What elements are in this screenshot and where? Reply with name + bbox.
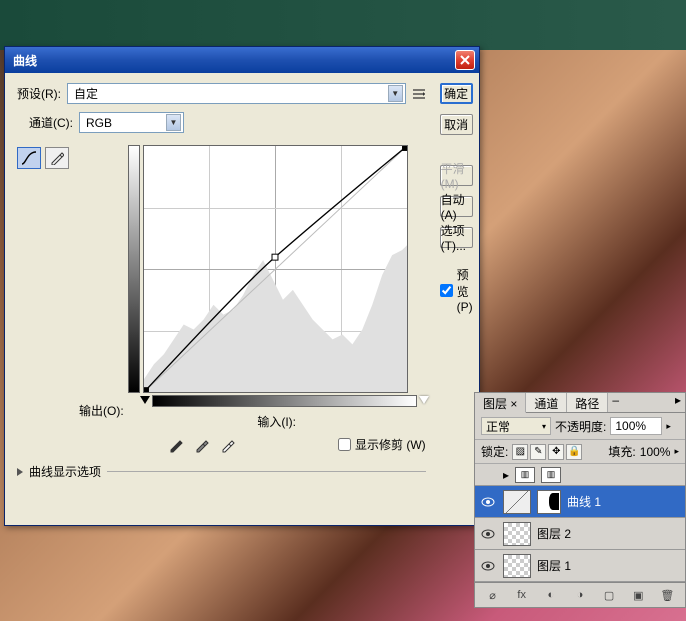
layer-name: 曲线 1 <box>567 493 601 510</box>
curve-line <box>144 146 407 392</box>
link-layers-icon[interactable]: ⌀ <box>485 587 501 603</box>
lock-transparent-icon[interactable]: ▨ <box>512 444 528 460</box>
new-layer-icon[interactable]: ▣ <box>630 587 646 603</box>
fill-input[interactable]: 100% <box>640 445 671 459</box>
visibility-toggle[interactable] <box>479 466 497 484</box>
adjustment-layer-icon[interactable]: ◑ <box>572 587 588 603</box>
lock-label: 锁定: <box>481 443 508 460</box>
layer-mask-thumbnail[interactable] <box>537 490 561 514</box>
options-button[interactable]: 选项(T)... <box>440 227 473 248</box>
auto-button[interactable]: 自动(A) <box>440 196 473 217</box>
expand-icon[interactable] <box>17 468 23 476</box>
layer-row[interactable]: 图层 2 <box>475 518 685 550</box>
preset-label: 预设(R): <box>17 85 61 102</box>
blend-mode-dropdown[interactable]: 正常▾ <box>481 417 551 435</box>
tab-paths[interactable]: 路径 <box>567 393 608 412</box>
fill-label: 填充: <box>608 443 635 460</box>
lock-pixels-icon[interactable]: ✎ <box>530 444 546 460</box>
preset-menu-icon[interactable] <box>412 87 426 101</box>
layers-list: ▸ ▥ ▥ 曲线 1 图层 2 图层 1 <box>475 464 685 582</box>
black-eyedropper-button[interactable] <box>168 437 184 453</box>
layer-thumbnail <box>503 554 531 578</box>
channel-dropdown[interactable]: RGB ▼ <box>79 112 184 133</box>
curve-icon <box>21 151 37 165</box>
lock-position-icon[interactable]: ✥ <box>548 444 564 460</box>
dialog-title: 曲线 <box>9 52 455 69</box>
layer-thumbnail: ▥ <box>541 467 561 483</box>
ok-button[interactable]: 确定 <box>440 83 473 104</box>
group-icon[interactable]: ▢ <box>601 587 617 603</box>
visibility-toggle[interactable] <box>479 493 497 511</box>
panel-minimize-icon[interactable]: – <box>608 393 623 412</box>
output-label: 输出(O): <box>79 402 124 419</box>
delete-layer-icon[interactable]: 🗑 <box>659 587 675 603</box>
curves-dialog: 曲线 预设(R): 自定 ▼ 通道(C): RGB ▼ <box>4 46 480 526</box>
input-label: 输入(I): <box>257 413 296 430</box>
add-mask-icon[interactable]: ◐ <box>543 587 559 603</box>
white-point-slider[interactable] <box>419 396 429 404</box>
smooth-button: 平滑(M) <box>440 165 473 186</box>
black-point-slider[interactable] <box>140 396 150 404</box>
curve-graph[interactable] <box>143 145 408 393</box>
curve-tool-button[interactable] <box>17 147 41 169</box>
input-gradient <box>152 395 417 407</box>
show-clipping-checkbox[interactable]: 显示修剪 (W) <box>338 436 426 453</box>
pencil-tool-button[interactable] <box>45 147 69 169</box>
tab-channels[interactable]: 通道 <box>526 393 567 412</box>
layer-thumbnail <box>503 522 531 546</box>
chevron-down-icon: ▼ <box>166 114 181 131</box>
lock-all-icon[interactable]: 🔒 <box>566 444 582 460</box>
layers-panel: 图层 × 通道 路径 – ▸ 正常▾ 不透明度: 100% ▸ 锁定: ▨ ✎ … <box>474 392 686 608</box>
opacity-label: 不透明度: <box>555 418 606 435</box>
layer-row[interactable]: 图层 1 <box>475 550 685 582</box>
preset-dropdown[interactable]: 自定 ▼ <box>67 83 406 104</box>
opacity-input[interactable]: 100% <box>610 417 662 435</box>
layer-thumbnail: ▥ <box>515 467 535 483</box>
layer-row[interactable]: 曲线 1 <box>475 486 685 518</box>
layer-row[interactable]: ▸ ▥ ▥ <box>475 464 685 486</box>
display-options-label: 曲线显示选项 <box>29 463 101 480</box>
layer-style-icon[interactable]: fx <box>514 587 530 603</box>
preview-checkbox[interactable]: 预览(P) <box>440 266 473 314</box>
close-button[interactable] <box>455 50 475 70</box>
close-icon <box>460 55 470 65</box>
expand-group-icon[interactable]: ▸ <box>503 468 509 482</box>
eye-icon <box>481 561 495 571</box>
layer-name: 图层 2 <box>537 525 571 542</box>
cancel-button[interactable]: 取消 <box>440 114 473 135</box>
eye-icon <box>481 529 495 539</box>
tab-layers[interactable]: 图层 × <box>475 393 526 413</box>
pencil-icon <box>50 151 64 165</box>
chevron-down-icon: ▼ <box>388 85 403 102</box>
layer-name: 图层 1 <box>537 557 571 574</box>
gray-eyedropper-button[interactable] <box>194 437 210 453</box>
white-eyedropper-button[interactable] <box>220 437 236 453</box>
fill-slider-icon[interactable]: ▸ <box>674 446 679 457</box>
eye-icon <box>481 497 495 507</box>
visibility-toggle[interactable] <box>479 557 497 575</box>
output-gradient <box>128 145 140 393</box>
dialog-titlebar[interactable]: 曲线 <box>5 47 479 73</box>
visibility-toggle[interactable] <box>479 525 497 543</box>
channel-label: 通道(C): <box>29 114 73 131</box>
opacity-slider-icon[interactable]: ▸ <box>666 421 671 432</box>
adjustment-thumbnail <box>503 490 531 514</box>
panel-menu-icon[interactable]: ▸ <box>671 393 685 412</box>
